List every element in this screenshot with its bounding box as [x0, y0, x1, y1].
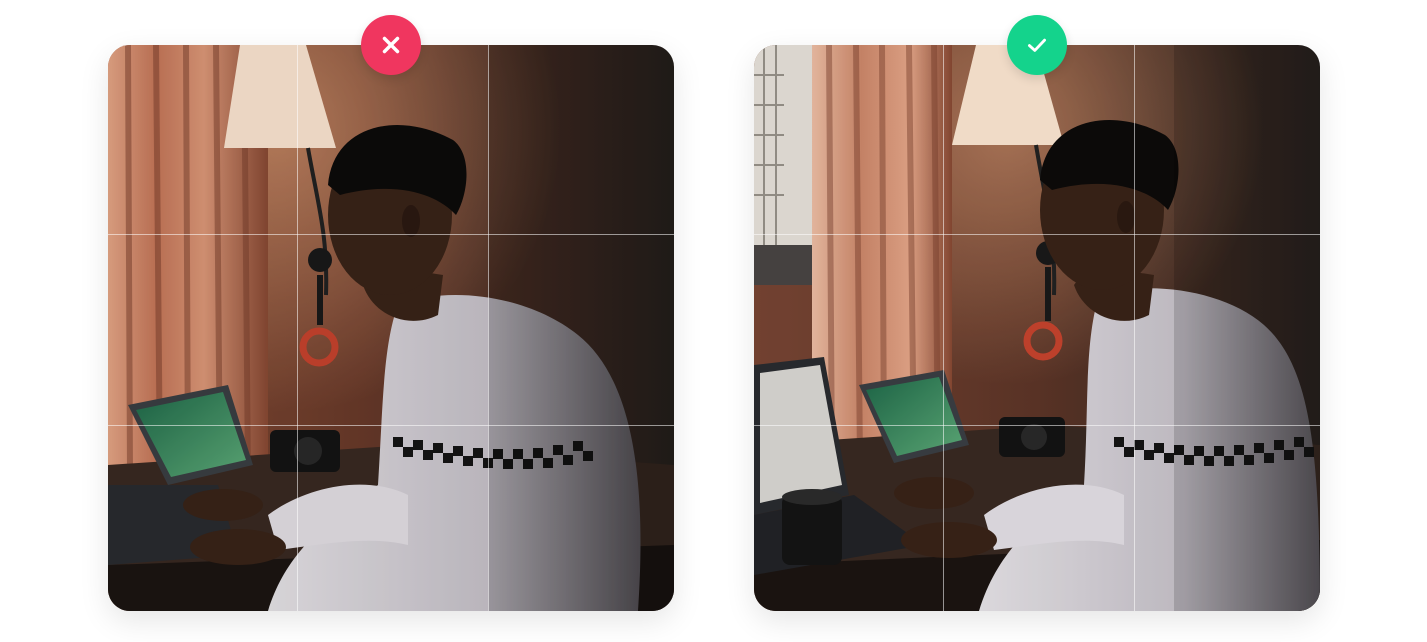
photo-card-rejected [108, 45, 674, 611]
photo-card-accepted [754, 45, 1320, 611]
grid-line-horizontal-1 [108, 234, 674, 235]
comparison-stage [0, 0, 1427, 642]
grid-line-vertical-1 [297, 45, 298, 611]
close-icon [382, 36, 400, 54]
grid-line-horizontal-2 [754, 425, 1320, 426]
accept-badge [1007, 15, 1067, 75]
photo-rejected [108, 45, 674, 611]
grid-line-vertical-2 [1134, 45, 1135, 611]
reject-badge [361, 15, 421, 75]
grid-line-vertical-1 [943, 45, 944, 611]
grid-line-horizontal-1 [754, 234, 1320, 235]
photo-scene-rejected [108, 45, 674, 611]
check-icon [1028, 38, 1046, 52]
grid-line-horizontal-2 [108, 425, 674, 426]
photo-accepted [754, 45, 1320, 611]
grid-line-vertical-2 [488, 45, 489, 611]
photo-scene-accepted [754, 45, 1320, 611]
